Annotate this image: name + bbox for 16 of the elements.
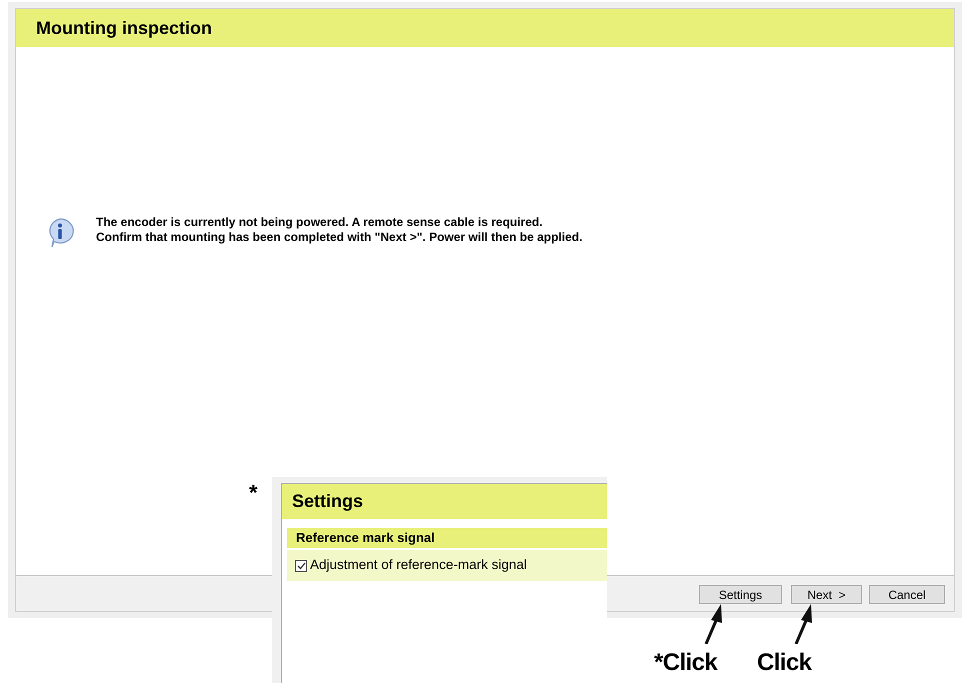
settings-title: Settings <box>282 484 607 519</box>
callout-label: Click <box>757 648 812 678</box>
callout-label: *Click <box>654 648 718 678</box>
check-icon <box>296 562 306 570</box>
message-text: The encoder is currently not being powered. A remote sense cable is required. <box>96 215 544 230</box>
option-row[interactable]: Adjustment of reference-mark signal <box>287 550 607 581</box>
pointer-arrow <box>704 604 722 644</box>
window-title: Mounting inspection <box>16 9 954 47</box>
asterisk-mark: * <box>249 479 258 507</box>
dialog-button[interactable]: Cancel <box>869 585 945 604</box>
message-text: Confirm that mounting has been completed with "Next >". Power will then be applied. <box>96 230 582 245</box>
pointer-arrow <box>794 604 812 644</box>
checkbox[interactable] <box>295 560 307 572</box>
dialog-button[interactable]: Next > <box>791 585 862 604</box>
section-header: Reference mark signal <box>287 528 607 548</box>
dialog-button[interactable]: Settings <box>699 585 782 604</box>
